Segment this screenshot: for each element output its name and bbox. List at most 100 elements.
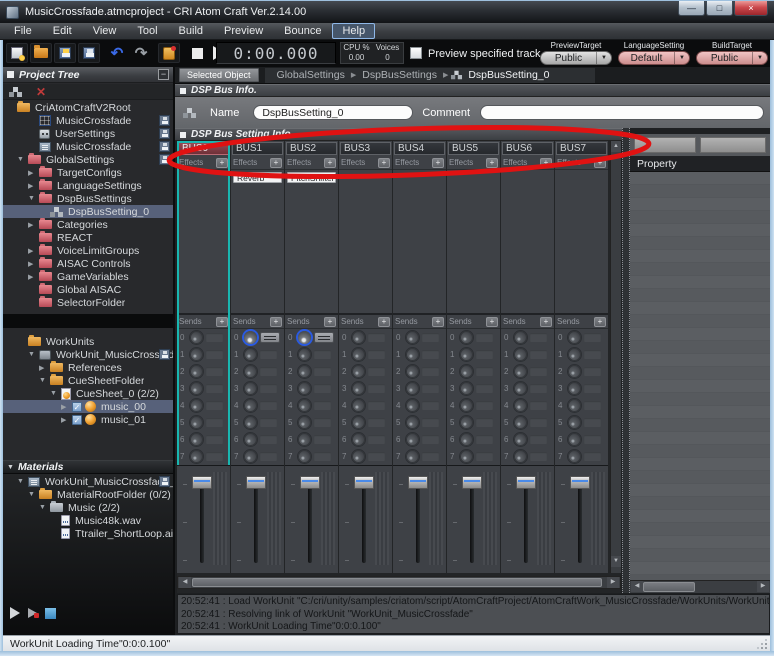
send-level-knob[interactable] [514, 331, 527, 344]
send-level-knob[interactable] [298, 416, 311, 429]
send-level-knob[interactable] [244, 416, 257, 429]
tree-row[interactable]: GameVariables [3, 270, 173, 283]
chevron-right-icon[interactable] [28, 247, 39, 255]
menu-item-bounce[interactable]: Bounce [274, 23, 331, 39]
resize-grip[interactable] [756, 638, 768, 650]
bus-horizontal-scrollbar[interactable] [177, 576, 621, 589]
add-send-button[interactable] [486, 317, 498, 327]
tree-row[interactable]: WorkUnit_MusicCrossfade [3, 348, 173, 361]
send-level-knob[interactable] [514, 399, 527, 412]
send-level-knob[interactable] [298, 382, 311, 395]
tree-row[interactable]: CueSheetFolder [3, 374, 173, 387]
property-horizontal-scrollbar[interactable] [630, 580, 770, 593]
chevron-right-icon[interactable] [28, 260, 39, 268]
send-level-knob[interactable] [460, 450, 473, 463]
preview-specified-track-checkbox[interactable] [410, 47, 422, 59]
send-level-knob[interactable] [406, 416, 419, 429]
send-target-button[interactable] [260, 332, 280, 343]
menu-item-edit[interactable]: Edit [43, 23, 82, 39]
add-send-button[interactable] [216, 317, 228, 327]
selector-dropdown[interactable]: Default [618, 51, 690, 65]
send-level-knob[interactable] [460, 433, 473, 446]
menu-item-view[interactable]: View [83, 23, 127, 39]
undo-button[interactable]: ↶ [106, 43, 128, 63]
send-level-knob[interactable] [568, 348, 581, 361]
menu-item-preview[interactable]: Preview [214, 23, 273, 39]
chevron-right-icon[interactable] [28, 169, 39, 177]
tree-row[interactable]: Music48k.wav [3, 514, 173, 527]
tree-row[interactable]: VoiceLimitGroups [3, 244, 173, 257]
add-effect-button[interactable] [432, 158, 444, 168]
scroll-up-icon[interactable] [611, 141, 621, 152]
chevron-down-icon[interactable] [28, 351, 39, 358]
delete-icon[interactable] [36, 86, 46, 98]
send-target-button[interactable] [314, 332, 334, 343]
comment-input[interactable] [480, 105, 764, 120]
effect-chip[interactable]: Reverb [233, 172, 282, 183]
chevron-down-icon[interactable] [674, 52, 689, 64]
send-level-knob[interactable] [352, 365, 365, 378]
preview-stop-icon[interactable] [45, 608, 56, 619]
tree-row[interactable]: Categories [3, 218, 173, 231]
bus-header[interactable]: BUS6 [502, 142, 553, 155]
send-level-knob[interactable] [568, 382, 581, 395]
send-level-knob[interactable] [244, 331, 257, 344]
send-level-knob[interactable] [514, 382, 527, 395]
add-effect-button[interactable] [540, 158, 552, 168]
scrollbar-thumb[interactable] [192, 578, 602, 587]
tree-row[interactable]: Music (2/2) [3, 501, 173, 514]
send-level-knob[interactable] [244, 365, 257, 378]
send-level-knob[interactable] [352, 399, 365, 412]
open-project-button[interactable] [30, 43, 52, 63]
chevron-down-icon[interactable] [39, 504, 50, 511]
menu-item-build[interactable]: Build [169, 23, 213, 39]
send-level-knob[interactable] [568, 331, 581, 344]
bus-header[interactable]: BUS5 [448, 142, 499, 155]
tree-row[interactable]: SelectorFolder [3, 296, 173, 309]
materials-header[interactable]: Materials [3, 460, 173, 474]
send-level-knob[interactable] [298, 399, 311, 412]
log-window-button[interactable] [158, 43, 180, 63]
tree-row[interactable]: Ttrailer_ShortLoop.aif [3, 527, 173, 540]
send-level-knob[interactable] [352, 416, 365, 429]
scroll-left-icon[interactable] [179, 577, 191, 588]
save-all-button[interactable] [78, 43, 100, 63]
scroll-left-icon[interactable] [631, 581, 643, 592]
send-level-knob[interactable] [568, 365, 581, 378]
chevron-down-icon[interactable] [50, 390, 61, 397]
fader-handle[interactable] [516, 476, 536, 489]
send-level-knob[interactable] [460, 348, 473, 361]
send-level-knob[interactable] [460, 416, 473, 429]
tree-row[interactable]: WorkUnits [3, 335, 173, 348]
send-level-knob[interactable] [298, 450, 311, 463]
send-level-knob[interactable] [190, 450, 203, 463]
add-send-button[interactable] [378, 317, 390, 327]
send-level-knob[interactable] [352, 433, 365, 446]
send-level-knob[interactable] [406, 450, 419, 463]
send-level-knob[interactable] [190, 382, 203, 395]
tree-row[interactable]: AISAC Controls [3, 257, 173, 270]
breadcrumb-segment[interactable]: DspBusSettings [362, 69, 437, 81]
redo-button[interactable]: ↷ [130, 43, 152, 63]
breadcrumb-segment[interactable]: GlobalSettings [277, 69, 345, 81]
selector-dropdown[interactable]: Public [696, 51, 768, 65]
send-level-knob[interactable] [460, 331, 473, 344]
dsp-bus-setting-icon[interactable] [9, 86, 22, 98]
send-level-knob[interactable] [406, 382, 419, 395]
close-button[interactable]: × [734, 1, 768, 16]
new-project-button[interactable] [6, 43, 28, 63]
name-input[interactable] [253, 105, 413, 120]
send-level-knob[interactable] [352, 382, 365, 395]
send-level-knob[interactable] [298, 433, 311, 446]
scroll-down-icon[interactable] [611, 556, 621, 567]
send-level-knob[interactable] [190, 348, 203, 361]
add-send-button[interactable] [324, 317, 336, 327]
bus-header[interactable]: BUS2 [286, 142, 337, 155]
send-level-knob[interactable] [190, 365, 203, 378]
bus-header[interactable]: BUS3 [340, 142, 391, 155]
panel-splitter[interactable] [622, 128, 630, 593]
send-level-knob[interactable] [190, 433, 203, 446]
fader-handle[interactable] [300, 476, 320, 489]
send-level-knob[interactable] [190, 331, 203, 344]
send-level-knob[interactable] [298, 331, 311, 344]
